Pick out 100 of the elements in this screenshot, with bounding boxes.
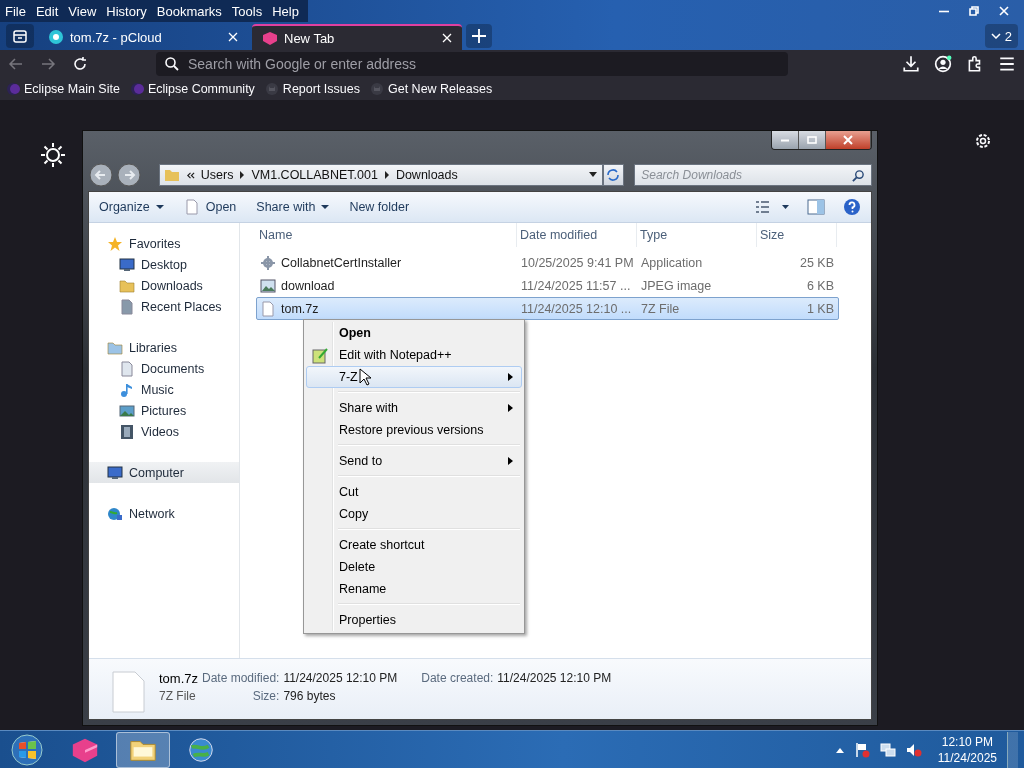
menu-item[interactable]: 7-Z <box>306 366 522 388</box>
file-row[interactable]: tom.7z 11/24/2025 12:10 ... 7Z File 1 KB <box>256 297 839 320</box>
column-header[interactable]: Name <box>259 228 293 242</box>
new-tab-button[interactable] <box>466 24 492 48</box>
bookmark-link[interactable]: Get New Releases <box>370 82 493 96</box>
breadcrumb-item[interactable]: Downloads <box>395 168 458 182</box>
nav-item[interactable]: Libraries <box>89 337 239 358</box>
forward-button[interactable] <box>116 162 142 188</box>
address-bar[interactable]: Users VM1.COLLABNET.001 Downloads <box>158 164 603 186</box>
menu-item[interactable]: Edit with Notepad++ <box>306 344 522 366</box>
menu-item[interactable]: Bookmarks <box>151 3 227 19</box>
browser-tab[interactable]: tom.7z - pCloud <box>38 24 248 50</box>
breadcrumb-item[interactable]: VM1.COLLABNET.001 <box>251 168 378 182</box>
back-icon[interactable] <box>8 56 24 72</box>
bookmark-link[interactable]: Report Issues <box>264 82 360 96</box>
network-icon[interactable] <box>879 742 896 758</box>
chevron-icon <box>383 171 390 179</box>
reload-icon[interactable] <box>72 56 88 72</box>
folder-icon <box>119 277 135 294</box>
taskbar-folder-button[interactable] <box>116 732 170 768</box>
dropdown-icon[interactable] <box>587 172 598 178</box>
column-header[interactable]: Type <box>640 228 668 242</box>
nav-item[interactable]: Desktop <box>89 254 239 275</box>
nav-item[interactable]: Videos <box>89 421 239 442</box>
restore-icon <box>968 5 980 17</box>
column-header[interactable]: Size <box>760 228 785 242</box>
settings-icon[interactable] <box>974 132 992 150</box>
minimize-button[interactable] <box>772 131 799 149</box>
moon-icon <box>129 82 144 96</box>
browser-tab[interactable]: New Tab <box>252 24 462 50</box>
column-header[interactable]: Date modified <box>520 228 598 242</box>
menu-item[interactable]: File <box>0 3 31 19</box>
close-icon[interactable] <box>228 32 238 42</box>
menu-item[interactable]: Share with <box>306 397 522 419</box>
clock-time[interactable]: 12:10 PM <box>941 734 994 750</box>
bookmark-link[interactable]: Eclipse Community <box>129 82 255 96</box>
volume-muted-icon[interactable] <box>905 742 922 758</box>
table-cell-text: 7Z File <box>640 301 681 316</box>
sun-icon[interactable] <box>40 142 66 168</box>
toolbar-button[interactable]: New folder <box>349 200 410 214</box>
nav-item[interactable]: Favorites <box>89 233 239 254</box>
nav-item[interactable]: Music <box>89 379 239 400</box>
menu-item[interactable]: Copy <box>306 503 522 525</box>
file-name: download <box>281 278 335 293</box>
menu-icon[interactable] <box>998 55 1016 73</box>
toolbar-button[interactable]: Open <box>183 199 237 215</box>
close-icon[interactable] <box>442 33 452 43</box>
document-icon <box>183 199 200 215</box>
menu-item[interactable]: Tools <box>226 3 268 19</box>
forward-icon[interactable] <box>40 56 56 72</box>
search-icon <box>852 168 865 182</box>
menu-item[interactable]: Cut <box>306 481 522 503</box>
overflow-chevron-icon <box>185 170 195 180</box>
bookmark-link[interactable]: Eclipse Main Site <box>6 82 120 96</box>
menu-item[interactable]: History <box>101 3 152 19</box>
nav-item[interactable]: Pictures <box>89 400 239 421</box>
menu-item[interactable]: Rename <box>306 578 522 600</box>
menu-item[interactable]: Restore previous versions <box>306 419 522 441</box>
chevron-icon <box>239 171 246 179</box>
back-button[interactable] <box>88 162 114 188</box>
menu-item[interactable]: Send to <box>306 450 522 472</box>
globe-icon <box>186 735 216 765</box>
toolbar-button[interactable]: Organize <box>99 200 164 214</box>
file-row[interactable]: download 11/24/2025 11:57 ... JPEG image 6 KB <box>256 274 839 297</box>
view-options-icon[interactable] <box>755 200 789 214</box>
tab-list-button[interactable]: 2 <box>984 24 1018 48</box>
refresh-button[interactable] <box>602 164 625 186</box>
table-cell-text: Application <box>640 255 704 270</box>
menu-item[interactable]: Help <box>267 3 304 19</box>
music-note-icon <box>119 381 135 398</box>
maximize-button[interactable] <box>799 131 826 149</box>
nav-item[interactable]: Documents <box>89 358 239 379</box>
tray-expand-icon[interactable] <box>835 747 844 753</box>
download-icon[interactable] <box>902 55 920 73</box>
document-icon <box>111 671 145 713</box>
nav-item[interactable]: Recent Places <box>89 296 239 317</box>
close-button[interactable] <box>826 131 871 149</box>
account-icon[interactable] <box>934 55 952 73</box>
menu-item[interactable]: View <box>63 3 102 19</box>
menu-item[interactable]: Edit <box>30 3 64 19</box>
detail-value: 796 bytes <box>283 689 337 705</box>
cube-icon <box>262 30 278 46</box>
file-row[interactable]: CollabnetCertInstaller 10/25/2025 9:41 PM Application 25 KB <box>256 251 839 274</box>
nav-item[interactable]: Computer <box>89 462 239 483</box>
clock-date[interactable]: 11/24/2025 <box>937 750 997 766</box>
monitor-icon <box>119 256 135 273</box>
toolbar-button[interactable]: Share with <box>256 200 330 214</box>
nav-item[interactable]: Network <box>89 503 239 524</box>
help-icon[interactable] <box>843 198 861 216</box>
flag-icon[interactable] <box>853 742 870 758</box>
menu-item[interactable]: Create shortcut <box>306 534 522 556</box>
menu-item[interactable]: Delete <box>306 556 522 578</box>
detail-label: Date modified: <box>202 671 280 687</box>
breadcrumb-item[interactable]: Users <box>200 168 234 182</box>
menu-item[interactable]: Open <box>306 322 522 344</box>
tab-overview-button[interactable] <box>6 24 34 48</box>
nav-item[interactable]: Downloads <box>89 275 239 296</box>
address-field[interactable]: Search with Google or enter address <box>156 52 788 76</box>
menu-item[interactable]: Properties <box>306 609 522 631</box>
gear-icon <box>260 254 276 271</box>
